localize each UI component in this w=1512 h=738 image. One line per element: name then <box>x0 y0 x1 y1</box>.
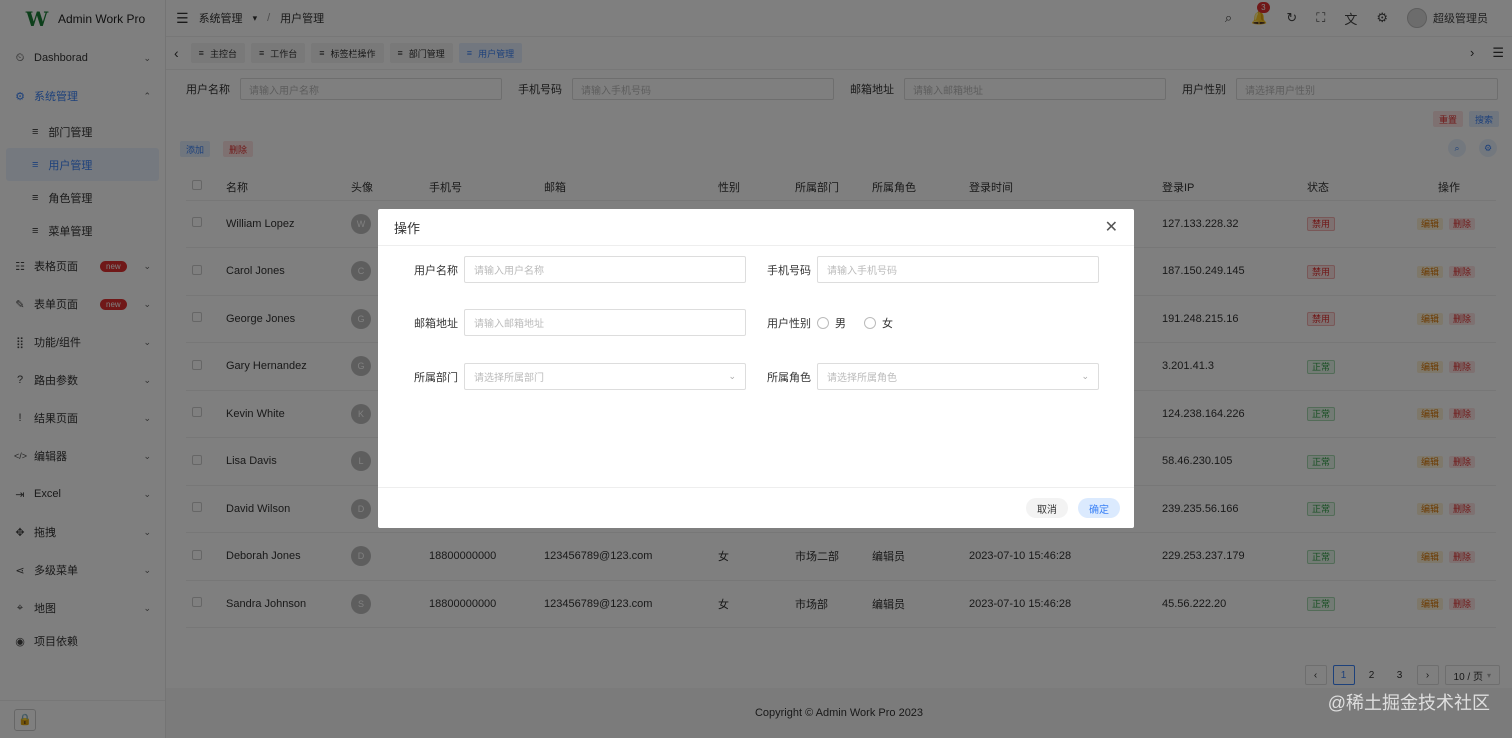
radio-circle <box>817 316 829 329</box>
radio-label: 男 <box>835 317 846 330</box>
dialog-footer: 取消 确定 <box>378 487 1134 528</box>
dialog-header: 操作 ✕ <box>378 209 1134 246</box>
confirm-button[interactable]: 确定 <box>1078 498 1120 518</box>
role-select[interactable]: 请选择所属角色 ⌄ <box>817 363 1099 390</box>
dept-label: 所属部门 <box>414 371 458 384</box>
chevron-down-icon: ⌄ <box>728 371 736 381</box>
dept-select[interactable]: 请选择所属部门 ⌄ <box>464 363 746 390</box>
form-row-gender: 用户性别 男 女 <box>763 309 911 336</box>
role-label: 所属角色 <box>767 371 811 384</box>
gender-female-radio[interactable]: 女 <box>864 315 893 331</box>
gender-label: 用户性别 <box>767 317 811 330</box>
email-label: 邮箱地址 <box>414 317 458 330</box>
form-row-name: 用户名称 请输入用户名称 <box>410 256 746 283</box>
form-row-email: 邮箱地址 请输入邮箱地址 <box>410 309 746 336</box>
name-label: 用户名称 <box>414 264 458 277</box>
dept-placeholder: 请选择所属部门 <box>474 373 544 384</box>
watermark: @稀土掘金技术社区 <box>1327 693 1490 713</box>
role-placeholder: 请选择所属角色 <box>827 373 897 384</box>
email-input[interactable]: 请输入邮箱地址 <box>464 309 746 336</box>
close-icon[interactable]: ✕ <box>1105 217 1118 237</box>
dialog-title: 操作 <box>394 220 421 236</box>
edit-user-dialog: 操作 ✕ 用户名称 请输入用户名称 手机号码 请输入手机号码 邮箱地址 请输入邮… <box>378 209 1134 528</box>
name-input[interactable]: 请输入用户名称 <box>464 256 746 283</box>
phone-input[interactable]: 请输入手机号码 <box>817 256 1099 283</box>
phone-label: 手机号码 <box>767 264 811 277</box>
chevron-down-icon: ⌄ <box>1081 371 1089 381</box>
cancel-button[interactable]: 取消 <box>1026 498 1068 518</box>
radio-circle <box>864 316 876 329</box>
form-row-role: 所属角色 请选择所属角色 ⌄ <box>763 363 1099 390</box>
radio-label: 女 <box>882 317 893 330</box>
form-row-dept: 所属部门 请选择所属部门 ⌄ <box>410 363 746 390</box>
gender-male-radio[interactable]: 男 <box>817 315 846 331</box>
form-row-phone: 手机号码 请输入手机号码 <box>763 256 1099 283</box>
